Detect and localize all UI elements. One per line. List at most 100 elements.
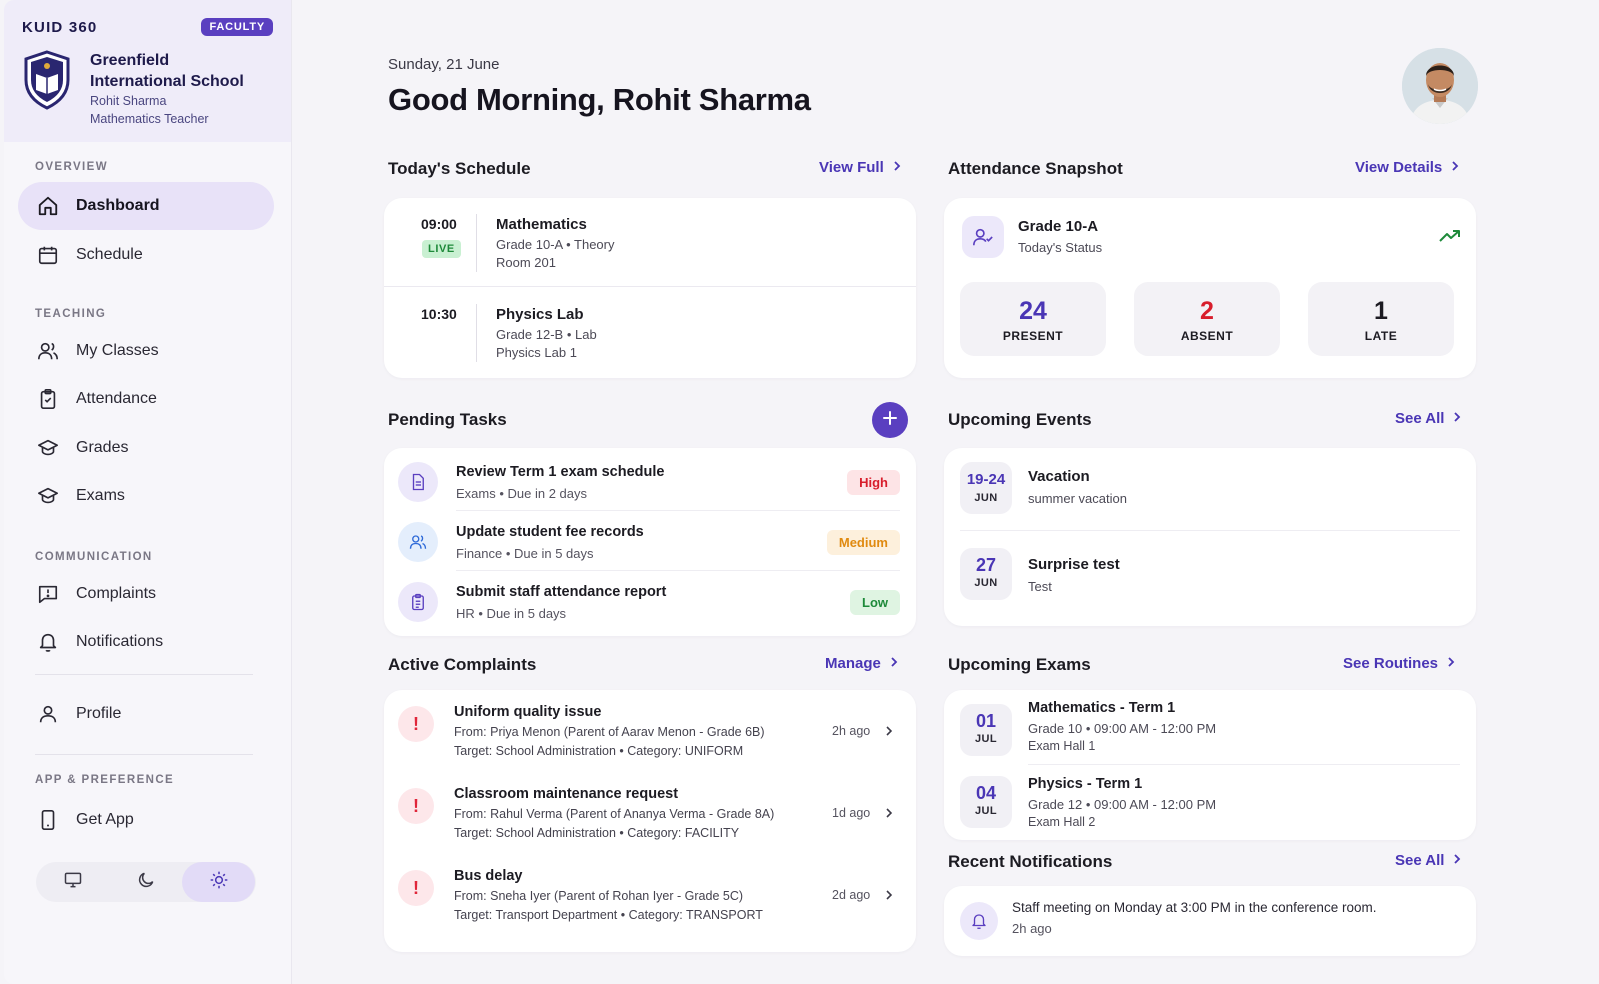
complaint-time: 2d ago bbox=[832, 888, 871, 902]
exam-item[interactable]: 01 JUL Mathematics - Term 1 Grade 10 • 0… bbox=[944, 690, 1476, 764]
see-all-events-link[interactable]: See All bbox=[1395, 410, 1462, 427]
sidebar-item-my-classes[interactable]: My Classes bbox=[18, 327, 274, 375]
theme-light-button[interactable] bbox=[182, 862, 255, 902]
exam-hall: Exam Hall 1 bbox=[1028, 739, 1096, 753]
complaint-from: From: Rahul Verma (Parent of Ananya Verm… bbox=[454, 807, 775, 821]
school-name-line1: Greenfield bbox=[90, 52, 170, 69]
add-task-button[interactable] bbox=[872, 402, 908, 438]
clipboard-list-icon bbox=[398, 582, 438, 622]
faculty-badge: FACULTY bbox=[201, 18, 273, 36]
absent-count: 2 bbox=[1200, 297, 1214, 325]
plus-icon bbox=[881, 409, 899, 432]
sidebar-item-grades[interactable]: Grades bbox=[18, 424, 274, 472]
event-day: 27 bbox=[975, 555, 997, 575]
schedule-room: Physics Lab 1 bbox=[496, 345, 577, 360]
complaint-item[interactable]: ! Classroom maintenance request From: Ra… bbox=[384, 772, 916, 854]
bell-icon bbox=[36, 630, 60, 654]
sidebar-item-label: Profile bbox=[76, 705, 122, 722]
sidebar-item-schedule[interactable]: Schedule bbox=[18, 231, 274, 279]
exam-month: JUL bbox=[975, 805, 997, 817]
see-all-notifications-link[interactable]: See All bbox=[1395, 852, 1462, 869]
smartphone-icon bbox=[36, 808, 60, 832]
task-item[interactable]: Review Term 1 exam schedule Exams • Due … bbox=[384, 450, 916, 510]
graduation-cap-icon bbox=[36, 484, 60, 508]
schedule-card: 09:00 LIVE Mathematics Grade 10-A • Theo… bbox=[384, 198, 916, 378]
task-meta: Exams • Due in 2 days bbox=[456, 486, 587, 501]
late-stat: 1 LATE bbox=[1308, 282, 1454, 356]
present-label: PRESENT bbox=[1002, 329, 1064, 343]
bell-icon bbox=[960, 902, 998, 940]
task-item[interactable]: Update student fee records Finance • Due… bbox=[384, 510, 916, 570]
events-card: 19-24 JUN Vacation summer vacation 27 JU… bbox=[944, 448, 1476, 626]
see-routines-link[interactable]: See Routines bbox=[1343, 655, 1456, 672]
exam-date-chip: 01 JUL bbox=[960, 704, 1012, 756]
sidebar-item-label: Notifications bbox=[76, 633, 164, 650]
avatar[interactable] bbox=[1402, 48, 1478, 124]
late-label: LATE bbox=[1364, 329, 1398, 343]
schedule-time: 10:30 bbox=[421, 306, 457, 322]
sidebar-item-label: Complaints bbox=[76, 585, 157, 602]
present-stat: 24 PRESENT bbox=[960, 282, 1106, 356]
complaint-title: Bus delay bbox=[454, 868, 523, 884]
section-teaching: TEACHING bbox=[35, 308, 107, 320]
notification-text: Staff meeting on Monday at 3:00 PM in th… bbox=[1012, 900, 1377, 915]
schedule-divider bbox=[476, 214, 477, 272]
complaint-from: From: Sneha Iyer (Parent of Rohan Iyer -… bbox=[454, 889, 744, 903]
schedule-title: Today's Schedule bbox=[388, 159, 531, 178]
event-item[interactable]: 19-24 JUN Vacation summer vacation bbox=[944, 448, 1476, 534]
event-item[interactable]: 27 JUN Surprise test Test bbox=[944, 536, 1476, 622]
view-full-schedule-link[interactable]: View Full bbox=[819, 159, 902, 176]
notification-item[interactable]: Staff meeting on Monday at 3:00 PM in th… bbox=[944, 886, 1476, 956]
graduation-cap-icon bbox=[36, 436, 60, 460]
complaint-item[interactable]: ! Bus delay From: Sneha Iyer (Parent of … bbox=[384, 854, 916, 936]
sidebar-item-notifications[interactable]: Notifications bbox=[18, 618, 274, 666]
task-title: Review Term 1 exam schedule bbox=[456, 464, 665, 480]
row-divider bbox=[384, 286, 916, 287]
sidebar-item-get-app[interactable]: Get App bbox=[18, 796, 274, 844]
theme-switcher bbox=[36, 862, 256, 902]
manage-complaints-link[interactable]: Manage bbox=[825, 655, 899, 672]
schedule-item[interactable]: 09:00 LIVE Mathematics Grade 10-A • Theo… bbox=[384, 198, 916, 288]
exam-hall: Exam Hall 2 bbox=[1028, 815, 1096, 829]
sidebar-item-label: My Classes bbox=[76, 342, 159, 359]
priority-badge: Low bbox=[850, 590, 900, 615]
chevron-right-icon bbox=[884, 806, 894, 825]
complaint-title: Classroom maintenance request bbox=[454, 786, 679, 802]
link-label: See Routines bbox=[1343, 655, 1439, 672]
task-meta: Finance • Due in 5 days bbox=[456, 546, 594, 561]
link-label: See All bbox=[1395, 852, 1445, 869]
sidebar-item-complaints[interactable]: Complaints bbox=[18, 570, 274, 618]
row-divider bbox=[1028, 764, 1460, 765]
user-role: Mathematics Teacher bbox=[90, 112, 209, 126]
complaint-target: Target: School Administration • Category… bbox=[454, 826, 740, 840]
theme-system-button[interactable] bbox=[36, 862, 109, 902]
trending-up-icon bbox=[1438, 228, 1462, 249]
user-name: Rohit Sharma bbox=[90, 94, 167, 108]
sidebar-item-profile[interactable]: Profile bbox=[18, 690, 274, 738]
theme-dark-button[interactable] bbox=[109, 862, 182, 902]
greeting-title: Good Morning, Rohit Sharma bbox=[388, 82, 811, 117]
section-overview: OVERVIEW bbox=[35, 161, 108, 173]
moon-icon bbox=[136, 870, 156, 895]
complaint-item[interactable]: ! Uniform quality issue From: Priya Meno… bbox=[384, 690, 916, 772]
sidebar-item-attendance[interactable]: Attendance bbox=[18, 375, 274, 423]
exam-date-chip: 04 JUL bbox=[960, 776, 1012, 828]
schedule-item[interactable]: 10:30 Physics Lab Grade 12-B • Lab Physi… bbox=[384, 288, 916, 378]
complaint-target: Target: School Administration • Category… bbox=[454, 744, 744, 758]
sidebar-item-exams[interactable]: Exams bbox=[18, 472, 274, 520]
exam-day: 04 bbox=[975, 783, 997, 803]
alert-icon: ! bbox=[398, 870, 434, 906]
exam-title: Mathematics - Term 1 bbox=[1028, 700, 1176, 716]
school-name-line2: International School bbox=[90, 73, 244, 90]
document-icon bbox=[398, 462, 438, 502]
main-content: Sunday, 21 June Good Morning, Rohit Shar… bbox=[292, 0, 1564, 984]
sidebar-divider bbox=[35, 754, 253, 755]
view-attendance-details-link[interactable]: View Details bbox=[1355, 159, 1460, 176]
task-item[interactable]: Submit staff attendance report HR • Due … bbox=[384, 570, 916, 630]
row-divider bbox=[960, 530, 1460, 531]
exam-meta: Grade 12 • 09:00 AM - 12:00 PM bbox=[1028, 797, 1217, 812]
event-title: Surprise test bbox=[1028, 556, 1120, 573]
section-app-preference: APP & PREFERENCE bbox=[35, 774, 175, 786]
exam-item[interactable]: 04 JUL Physics - Term 1 Grade 12 • 09:00… bbox=[944, 766, 1476, 840]
sidebar-item-dashboard[interactable]: Dashboard bbox=[18, 182, 274, 230]
